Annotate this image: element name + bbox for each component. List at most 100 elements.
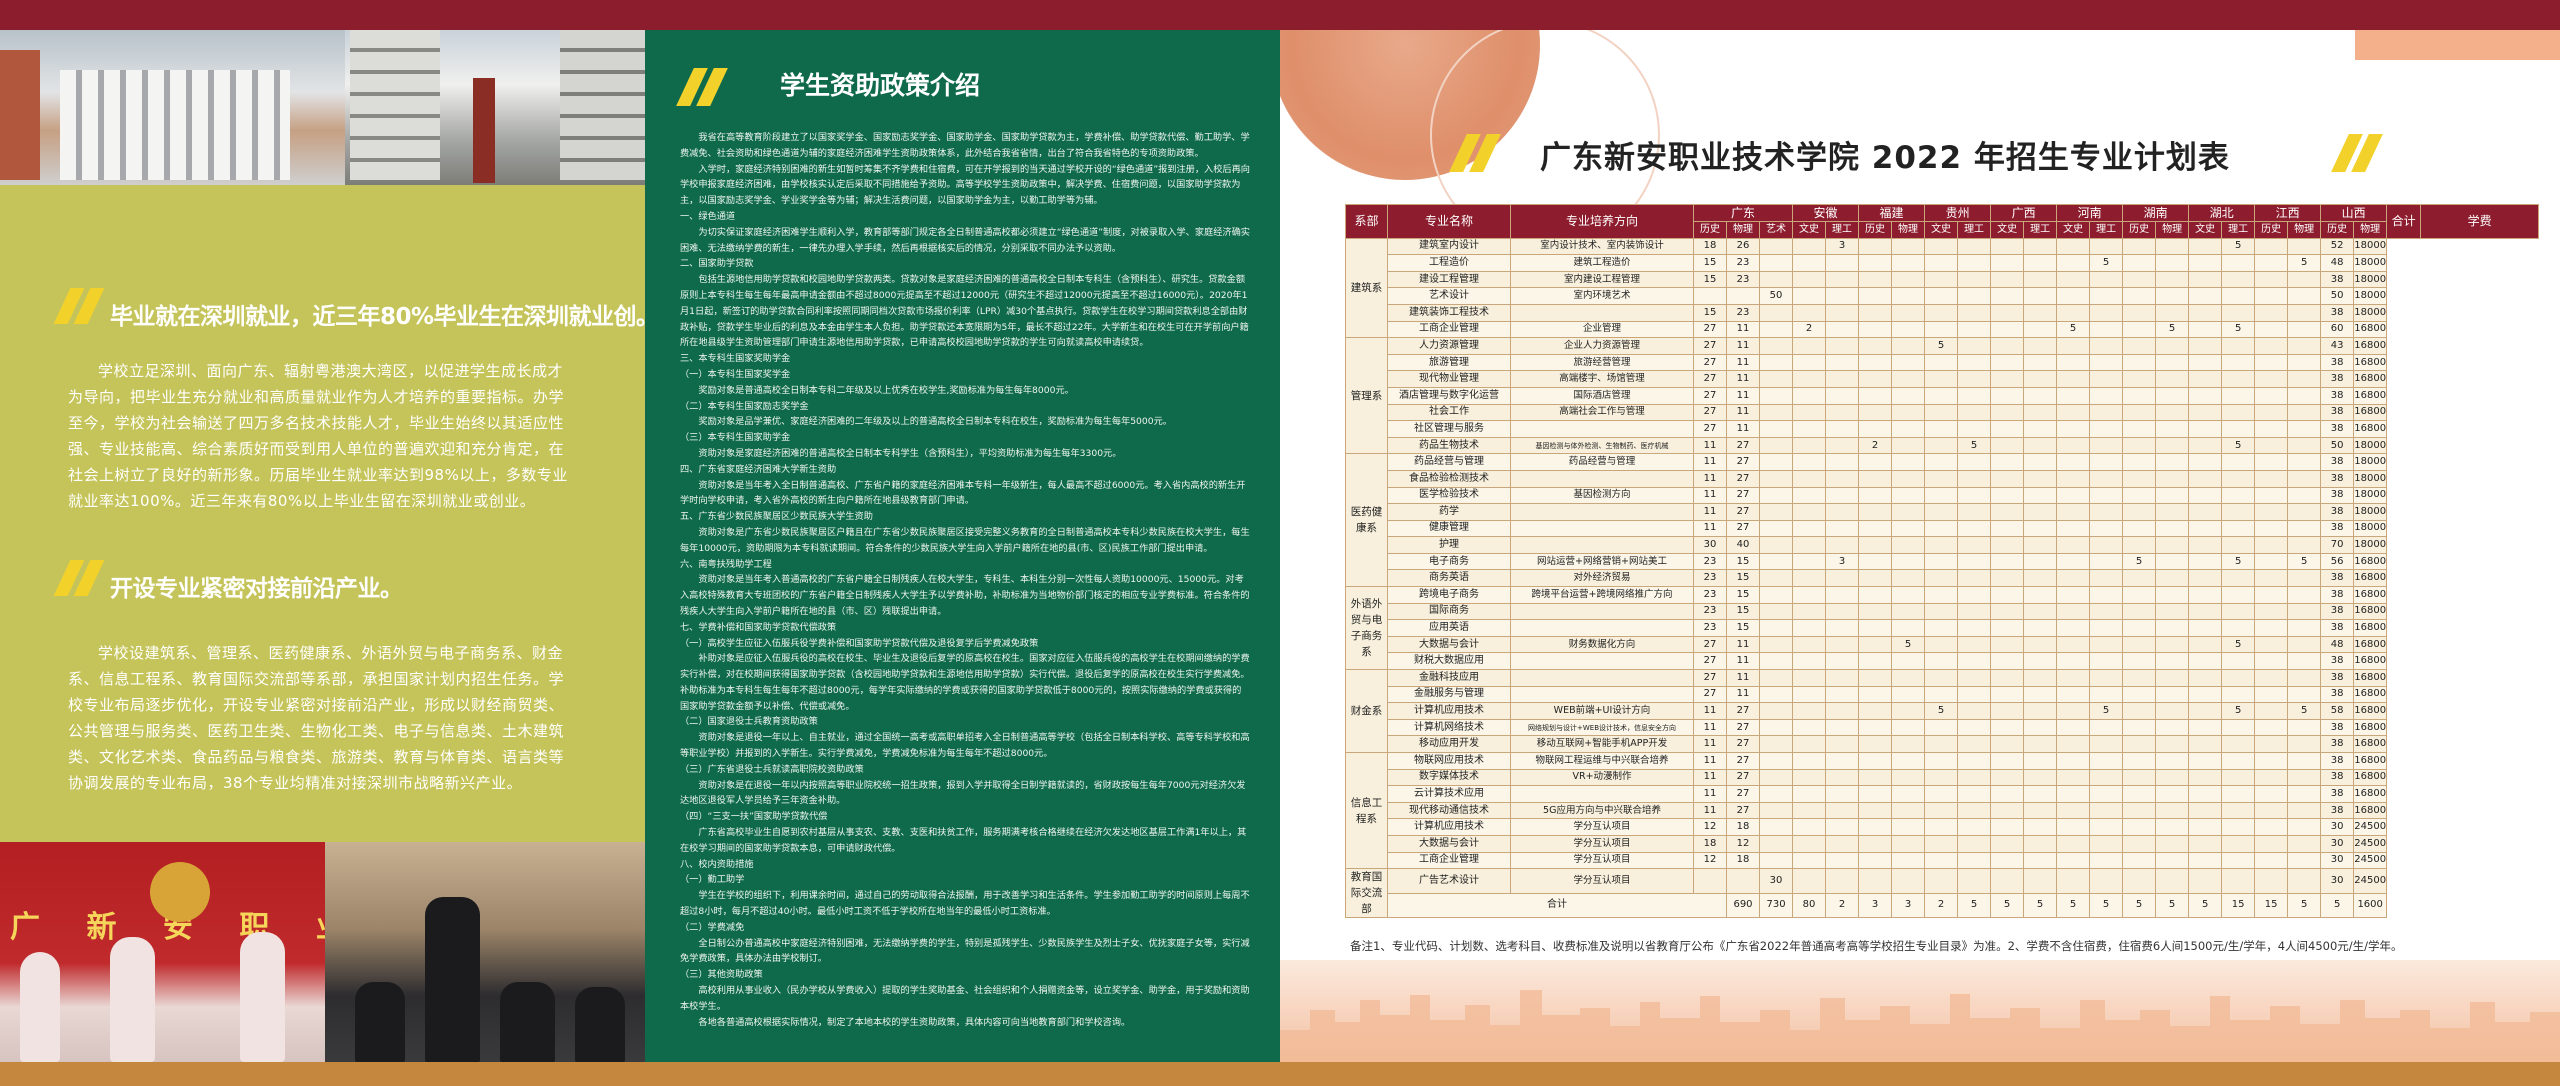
value-cell xyxy=(1758,420,1794,438)
value-cell xyxy=(1758,635,1794,654)
value-cell: 27 xyxy=(1726,436,1760,455)
value-cell xyxy=(1891,851,1926,870)
value-cell xyxy=(2254,834,2289,853)
value-cell: 27 xyxy=(1693,386,1727,405)
value-cell xyxy=(2023,486,2058,505)
major-cell: 国际商务 xyxy=(1387,602,1511,621)
value-cell xyxy=(2056,420,2091,438)
major-cell: 广告艺术设计 xyxy=(1387,868,1511,894)
value-cell xyxy=(2056,586,2091,604)
value-cell: 15 xyxy=(1693,303,1727,322)
value-cell xyxy=(1792,735,1827,753)
total-cell: 15 xyxy=(2254,892,2289,919)
value-cell xyxy=(2056,818,2091,836)
value-cell: 5 xyxy=(2056,320,2091,339)
value-cell xyxy=(2155,868,2190,894)
value-cell xyxy=(2155,237,2190,256)
value-cell: 27 xyxy=(1726,519,1760,538)
value-cell xyxy=(2287,270,2322,289)
value-cell xyxy=(1990,536,2025,554)
value-cell xyxy=(2089,851,2124,870)
value-cell: 11 xyxy=(1726,652,1760,671)
value-cell: 23 xyxy=(1693,569,1727,588)
direction-cell: 室内建设工程管理 xyxy=(1510,270,1694,289)
value-cell xyxy=(2122,635,2157,654)
value-cell xyxy=(1891,785,1926,803)
value-cell xyxy=(2056,685,2091,704)
policy-heading: 一、绿色通道 xyxy=(680,210,736,222)
value-cell xyxy=(1957,469,1992,488)
table-row: 现代移动通信技术 5G应用方向与中兴联合培养 11 27 38 16800 xyxy=(1346,801,2539,820)
value-cell xyxy=(1825,386,1860,405)
value-cell xyxy=(2221,469,2256,488)
value-cell xyxy=(2089,420,2124,438)
header-subject: 文史 xyxy=(2056,220,2091,239)
value-cell xyxy=(1792,718,1827,737)
value-cell xyxy=(1792,635,1827,654)
value-cell: 18 xyxy=(1726,818,1760,836)
value-cell xyxy=(1758,320,1794,339)
value-cell xyxy=(1990,752,2025,770)
value-cell xyxy=(1990,569,2025,588)
value-cell xyxy=(2155,453,2190,471)
value-cell xyxy=(2254,287,2289,305)
value-cell xyxy=(2089,486,2124,505)
value-cell xyxy=(1957,635,1992,654)
value-cell xyxy=(2023,685,2058,704)
value-cell: 50 xyxy=(2320,436,2355,455)
value-cell xyxy=(1758,586,1794,604)
direction-cell xyxy=(1510,602,1694,621)
value-cell xyxy=(1990,868,2025,894)
value-cell xyxy=(2056,801,2091,820)
value-cell xyxy=(1858,254,1893,272)
value-cell xyxy=(2122,669,2157,687)
value-cell xyxy=(2089,752,2124,770)
value-cell xyxy=(1825,602,1860,621)
value-cell: 16800 xyxy=(2353,320,2388,339)
value-cell xyxy=(2155,503,2190,521)
value-cell xyxy=(1924,652,1959,671)
value-cell: 18000 xyxy=(2353,486,2388,505)
value-cell xyxy=(2188,486,2223,505)
value-cell xyxy=(1990,503,2025,521)
table-row: 社会工作 高端社会工作与管理 27 11 38 16800 xyxy=(1346,403,2539,422)
value-cell xyxy=(1858,337,1893,355)
value-cell xyxy=(1957,254,1992,272)
value-cell xyxy=(1858,851,1893,870)
direction-cell xyxy=(1510,685,1694,704)
value-cell: 11 xyxy=(1693,469,1727,488)
direction-cell: 高端社会工作与管理 xyxy=(1510,403,1694,422)
major-cell: 医学检验技术 xyxy=(1387,486,1511,505)
value-cell xyxy=(1758,685,1794,704)
value-cell xyxy=(1957,337,1992,355)
value-cell xyxy=(2155,785,2190,803)
major-cell: 社会工作 xyxy=(1387,403,1511,422)
value-cell xyxy=(2023,403,2058,422)
policy-heading: （二）本专科生国家励志奖学金 xyxy=(680,400,809,412)
value-cell xyxy=(2056,254,2091,272)
value-cell xyxy=(2089,801,2124,820)
value-cell xyxy=(2122,303,2157,322)
value-cell: 38 xyxy=(2320,453,2355,471)
value-cell xyxy=(2089,436,2124,455)
policy-heading: （三）其他资助政策 xyxy=(680,969,763,981)
value-cell: 38 xyxy=(2320,602,2355,621)
value-cell xyxy=(2254,652,2289,671)
value-cell xyxy=(2122,868,2157,894)
value-cell xyxy=(1957,270,1992,289)
value-cell xyxy=(1726,287,1760,305)
campus-photo-1 xyxy=(0,30,345,185)
header-subject: 历史 xyxy=(2320,220,2355,239)
value-cell xyxy=(2155,519,2190,538)
value-cell: 15 xyxy=(1726,619,1760,637)
header-subject: 理工 xyxy=(1957,220,1992,239)
value-cell xyxy=(2188,735,2223,753)
value-cell: 18000 xyxy=(2353,469,2388,488)
value-cell xyxy=(2221,420,2256,438)
total-label: 合计 xyxy=(1387,892,1727,919)
value-cell: 30 xyxy=(2320,818,2355,836)
value-cell xyxy=(1825,752,1860,770)
value-cell: 27 xyxy=(1693,635,1727,654)
value-cell xyxy=(2155,702,2190,720)
value-cell xyxy=(1792,237,1827,256)
